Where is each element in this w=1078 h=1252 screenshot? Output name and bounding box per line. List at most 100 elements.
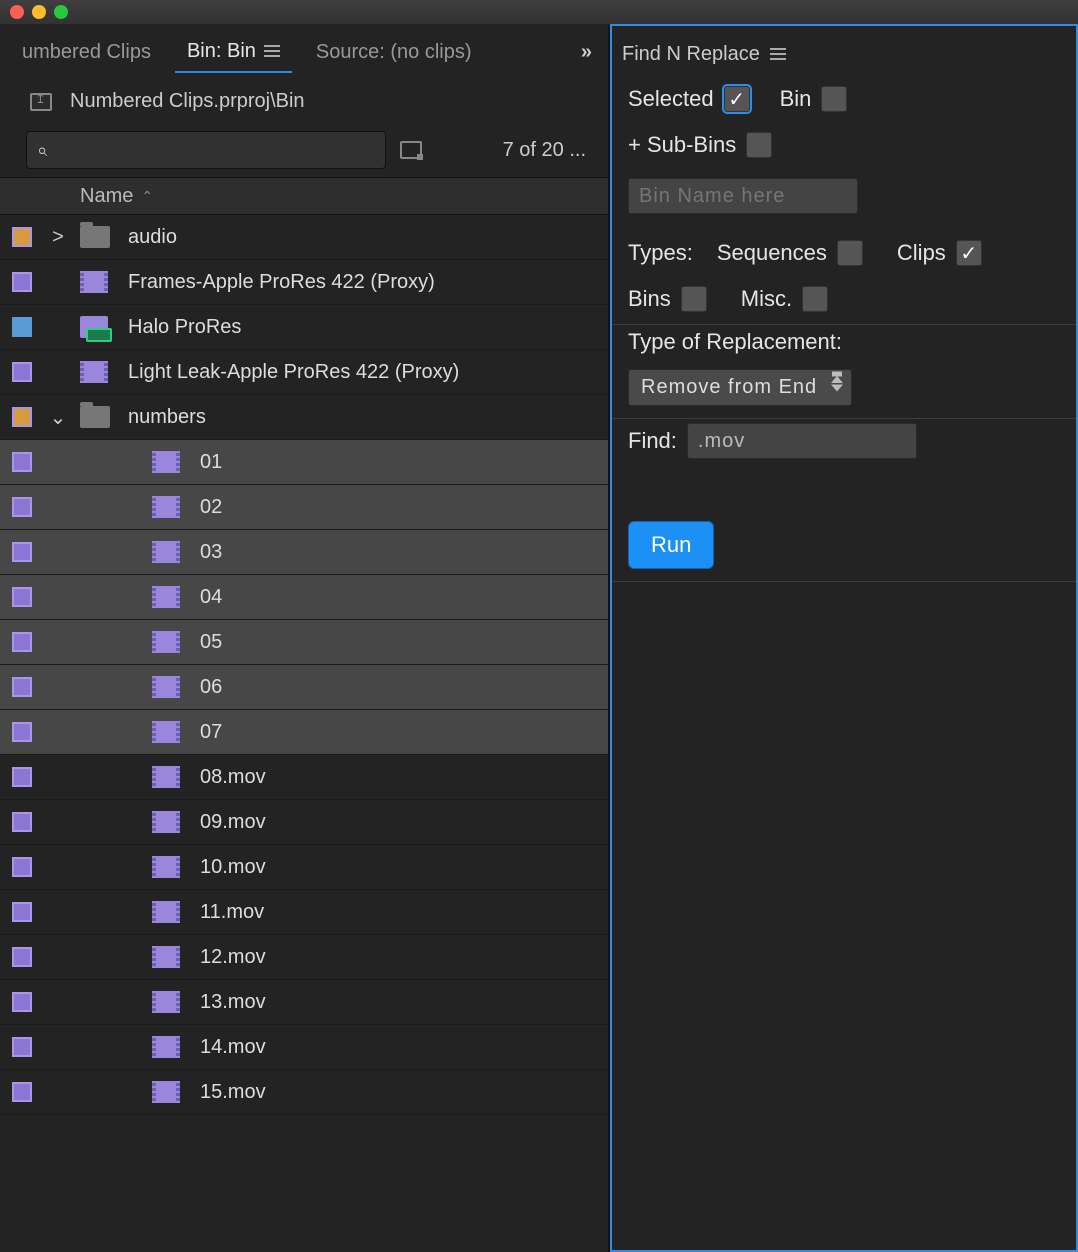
- tabs-overflow-icon[interactable]: »: [571, 41, 604, 64]
- list-item[interactable]: 10.mov: [0, 845, 608, 890]
- bin-label: Bin: [780, 86, 812, 112]
- column-name: Name: [80, 185, 133, 208]
- video-clip-icon: [152, 631, 180, 653]
- video-clip-icon: [80, 271, 108, 293]
- new-bin-icon[interactable]: [400, 141, 422, 159]
- sequences-checkbox[interactable]: [837, 240, 863, 266]
- label-chip: [12, 587, 32, 607]
- video-clip-icon: [152, 856, 180, 878]
- label-chip: [12, 812, 32, 832]
- titlebar: [0, 0, 1078, 24]
- item-name: 03: [200, 541, 222, 564]
- search-input[interactable]: ⌕: [26, 131, 386, 169]
- maximize-window[interactable]: [54, 5, 68, 19]
- video-clip-icon: [152, 1036, 180, 1058]
- list-item[interactable]: 01: [0, 440, 608, 485]
- label-chip: [12, 1037, 32, 1057]
- video-clip-icon: [152, 496, 180, 518]
- list-item[interactable]: 03: [0, 530, 608, 575]
- breadcrumb-path: Numbered Clips.prproj\Bin: [70, 90, 305, 113]
- tab-umbered-clips[interactable]: umbered Clips: [10, 33, 163, 72]
- list-item[interactable]: ⌄ numbers: [0, 395, 608, 440]
- subbins-label: + Sub-Bins: [628, 132, 736, 158]
- item-name: 08.mov: [200, 766, 266, 789]
- item-name: 10.mov: [200, 856, 266, 879]
- disclosure-icon[interactable]: ⌄: [48, 405, 68, 430]
- video-clip-icon: [152, 541, 180, 563]
- list-header[interactable]: Name ⌃: [0, 177, 608, 215]
- video-clip-icon: [152, 676, 180, 698]
- bin-name-input[interactable]: [628, 178, 858, 214]
- label-chip: [12, 272, 32, 292]
- item-name: Halo ProRes: [128, 316, 241, 339]
- list-item[interactable]: 04: [0, 575, 608, 620]
- find-label: Find:: [628, 428, 677, 454]
- item-name: numbers: [128, 406, 206, 429]
- label-chip: [12, 452, 32, 472]
- clips-label: Clips: [897, 240, 946, 266]
- find-input[interactable]: [687, 423, 917, 459]
- label-chip: [12, 947, 32, 967]
- video-clip-icon: [152, 1081, 180, 1103]
- list-item[interactable]: 14.mov: [0, 1025, 608, 1070]
- right-tabbar: Find N Replace: [612, 26, 1076, 82]
- list-item[interactable]: Frames-Apple ProRes 422 (Proxy): [0, 260, 608, 305]
- label-chip: [12, 1082, 32, 1102]
- list-item[interactable]: 12.mov: [0, 935, 608, 980]
- misc-label: Misc.: [741, 286, 792, 312]
- sequences-label: Sequences: [717, 240, 827, 266]
- list-item[interactable]: 05: [0, 620, 608, 665]
- clips-checkbox[interactable]: [956, 240, 982, 266]
- types-label: Types:: [628, 240, 693, 266]
- item-name: 07: [200, 721, 222, 744]
- selected-checkbox[interactable]: [724, 86, 750, 112]
- item-name: 12.mov: [200, 946, 266, 969]
- list-item[interactable]: Light Leak-Apple ProRes 422 (Proxy): [0, 350, 608, 395]
- tab-bin-bin[interactable]: Bin: Bin: [175, 32, 292, 73]
- list-item[interactable]: >audio: [0, 215, 608, 260]
- video-clip-icon: [152, 721, 180, 743]
- panel-menu-icon[interactable]: [770, 48, 786, 60]
- scope-section: Selected Bin + Sub-Bins Types: Sequences…: [612, 82, 1076, 325]
- clip-list[interactable]: >audioFrames-Apple ProRes 422 (Proxy) Hal…: [0, 215, 608, 1252]
- find-section: Find: Run: [612, 419, 1076, 582]
- label-chip: [12, 632, 32, 652]
- replacement-dropdown[interactable]: Remove from End: [628, 369, 852, 406]
- sort-ascending-icon: ⌃: [141, 188, 153, 205]
- left-tabbar: umbered Clips Bin: Bin Source: (no clips) »: [0, 24, 608, 80]
- close-window[interactable]: [10, 5, 24, 19]
- tab-source-no-clips-[interactable]: Source: (no clips): [304, 33, 484, 72]
- panel-title: Find N Replace: [622, 43, 760, 66]
- replacement-section: Type of Replacement: Remove from End: [612, 325, 1076, 419]
- list-item[interactable]: 09.mov: [0, 800, 608, 845]
- subbins-checkbox[interactable]: [746, 132, 772, 158]
- list-item[interactable]: 15.mov: [0, 1070, 608, 1115]
- list-item[interactable]: 11.mov: [0, 890, 608, 935]
- item-name: 13.mov: [200, 991, 266, 1014]
- item-name: 09.mov: [200, 811, 266, 834]
- list-item[interactable]: 02: [0, 485, 608, 530]
- sequence-icon: [80, 316, 108, 338]
- label-chip: [12, 677, 32, 697]
- parent-bin-icon[interactable]: [30, 93, 52, 111]
- list-item[interactable]: 06: [0, 665, 608, 710]
- list-item[interactable]: 07: [0, 710, 608, 755]
- misc-checkbox[interactable]: [802, 286, 828, 312]
- label-chip: [12, 407, 32, 427]
- disclosure-icon[interactable]: >: [48, 226, 68, 249]
- item-name: 01: [200, 451, 222, 474]
- find-replace-panel: Find N Replace Selected Bin + Sub-Bins T…: [610, 24, 1078, 1252]
- list-item[interactable]: Halo ProRes: [0, 305, 608, 350]
- run-button[interactable]: Run: [628, 521, 714, 569]
- breadcrumb: Numbered Clips.prproj\Bin: [0, 80, 608, 127]
- video-clip-icon: [80, 361, 108, 383]
- bin-checkbox[interactable]: [821, 86, 847, 112]
- minimize-window[interactable]: [32, 5, 46, 19]
- tab-menu-icon[interactable]: [264, 45, 280, 57]
- bins-checkbox[interactable]: [681, 286, 707, 312]
- list-item[interactable]: 13.mov: [0, 980, 608, 1025]
- tab-label: Bin: Bin: [187, 40, 256, 63]
- list-item[interactable]: 08.mov: [0, 755, 608, 800]
- label-chip: [12, 362, 32, 382]
- item-name: 02: [200, 496, 222, 519]
